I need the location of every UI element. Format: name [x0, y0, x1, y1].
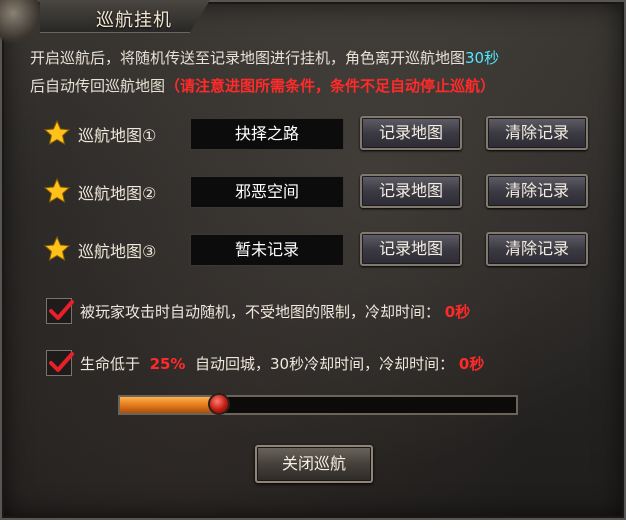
slider-handle[interactable] — [208, 393, 230, 415]
panel-title: 巡航挂机 — [96, 10, 172, 31]
map-row-1: 巡航地图① 抉择之路 记录地图 清除记录 — [44, 116, 604, 152]
map-name-3: 暂未记录 — [190, 234, 344, 266]
description-line1: 开启巡航后，将随机传送至记录地图进行挂机，角色离开巡航地图 — [30, 49, 466, 67]
low-hp-text: 生命低于 25% 自动回城，30秒冷却时间，冷却时间： 0秒 — [80, 353, 484, 374]
description-line2: 后自动传回巡航地图 — [30, 77, 166, 95]
star-icon — [44, 178, 70, 204]
map-row-2: 巡航地图② 邪恶空间 记录地图 清除记录 — [44, 174, 604, 210]
clear-record-button-1[interactable]: 清除记录 — [486, 116, 588, 150]
attacked-text: 被玩家攻击时自动随机，不受地图的限制，冷却时间： 0秒 — [80, 301, 470, 322]
cruise-panel: 巡航挂机 开启巡航后，将随机传送至记录地图进行挂机，角色离开巡航地图30秒 后自… — [0, 0, 626, 520]
record-map-button-1[interactable]: 记录地图 — [360, 116, 462, 150]
checkmark-icon — [49, 352, 74, 372]
star-icon — [44, 120, 70, 146]
clear-record-button-2[interactable]: 清除记录 — [486, 174, 588, 208]
record-map-button-2[interactable]: 记录地图 — [360, 174, 462, 208]
low-hp-checkbox[interactable] — [46, 350, 74, 376]
return-time: 30秒 — [465, 49, 500, 67]
map-label-1: 巡航地图① — [78, 126, 157, 145]
map-name-2: 邪恶空间 — [190, 176, 344, 208]
record-map-button-3[interactable]: 记录地图 — [360, 232, 462, 266]
star-icon — [44, 236, 70, 262]
description: 开启巡航后，将随机传送至记录地图进行挂机，角色离开巡航地图30秒 后自动传回巡航… — [30, 44, 610, 100]
low-hp-percent: 25% — [149, 355, 186, 373]
attacked-cooldown: 0秒 — [444, 303, 471, 321]
slider-fill — [120, 397, 219, 413]
map-name-1: 抉择之路 — [190, 118, 344, 150]
hp-threshold-slider[interactable] — [118, 393, 518, 415]
attacked-label: 被玩家攻击时自动随机，不受地图的限制，冷却时间： — [80, 303, 441, 321]
low-hp-label: 自动回城，30秒冷却时间，冷却时间： — [195, 355, 455, 373]
option-attacked: 被玩家攻击时自动随机，不受地图的限制，冷却时间： 0秒 — [46, 298, 606, 326]
low-hp-prefix: 生命低于 — [80, 355, 141, 373]
clear-record-button-3[interactable]: 清除记录 — [486, 232, 588, 266]
low-hp-cooldown: 0秒 — [458, 355, 485, 373]
option-low-hp: 生命低于 25% 自动回城，30秒冷却时间，冷却时间： 0秒 — [46, 350, 606, 378]
map-label-2: 巡航地图② — [78, 184, 157, 203]
map-row-3: 巡航地图③ 暂未记录 记录地图 清除记录 — [44, 232, 604, 268]
checkmark-icon — [49, 300, 74, 320]
dragon-corner-ornament — [0, 0, 44, 44]
close-cruise-button[interactable]: 关闭巡航 — [255, 445, 373, 483]
warning-text: （请注意进图所需条件，条件不足自动停止巡航） — [165, 77, 496, 95]
map-label-3: 巡航地图③ — [78, 242, 157, 261]
attacked-checkbox[interactable] — [46, 298, 74, 324]
